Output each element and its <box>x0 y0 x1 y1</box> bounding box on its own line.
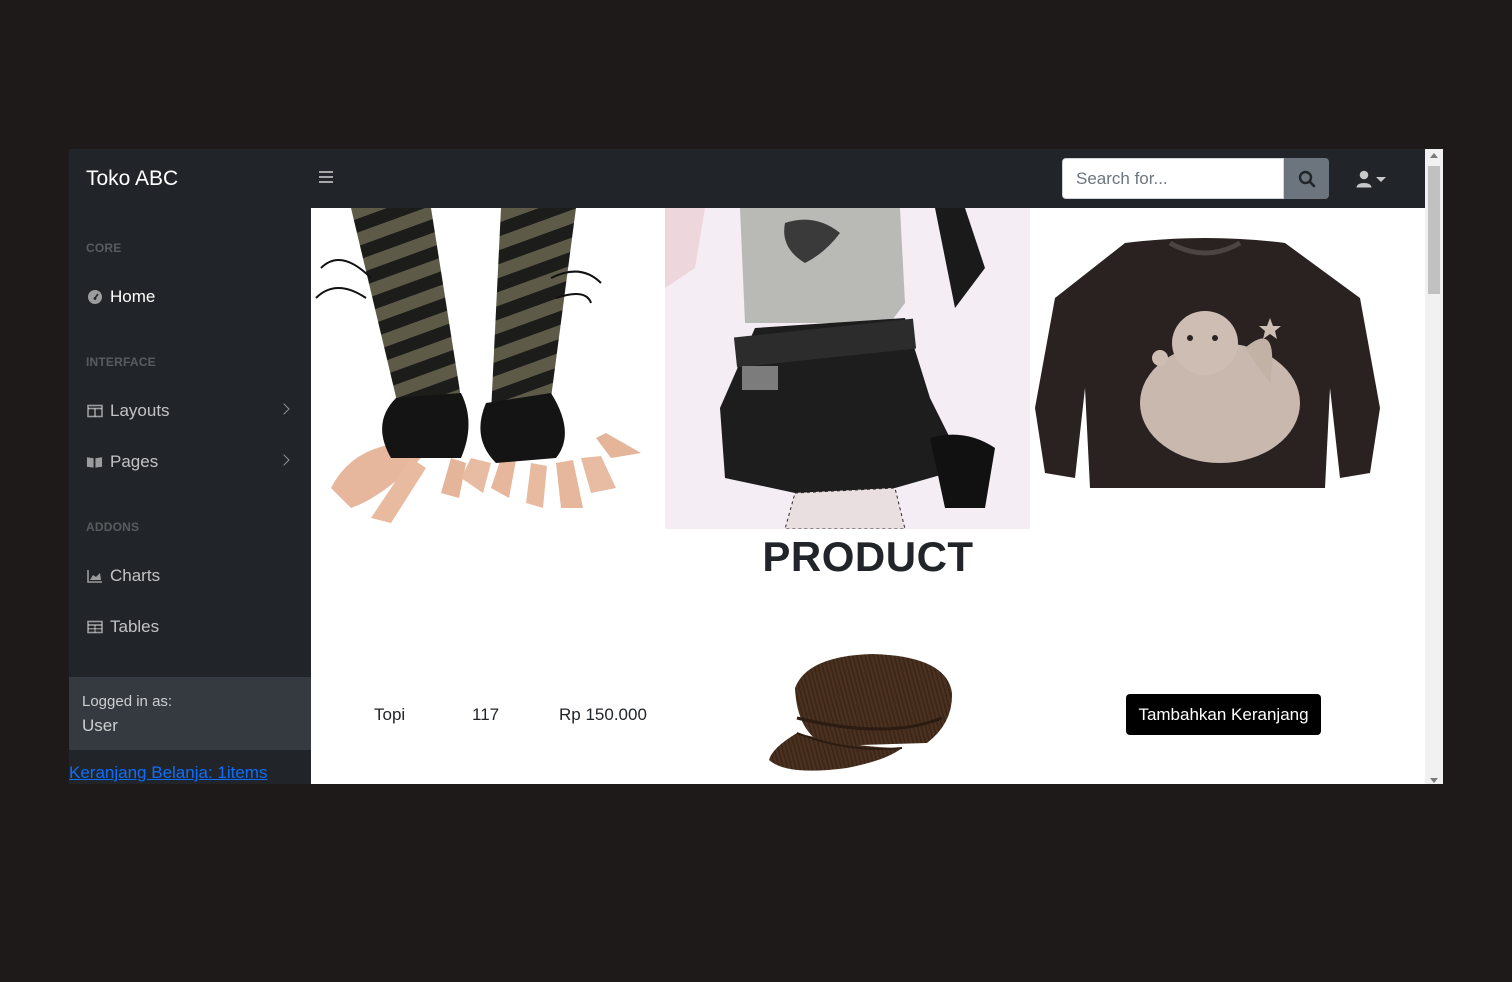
product-heading: PRODUCT <box>762 533 974 580</box>
sidebar-item-charts[interactable]: Charts <box>86 561 296 591</box>
product-name: Topi <box>374 705 406 724</box>
sidebar-heading-core: CORE <box>86 241 122 255</box>
chevron-right-icon <box>278 403 290 415</box>
product-price: Rp 150.000 <box>559 705 647 724</box>
sidebar-item-home[interactable]: Home <box>86 282 296 312</box>
book-open-icon <box>86 454 103 471</box>
bars-icon <box>319 171 333 173</box>
sidebar-toggle-button[interactable] <box>317 168 335 188</box>
corduroy-cap-image <box>767 648 957 773</box>
sidebar-item-pages[interactable]: Pages <box>86 447 296 477</box>
sidebar-footer: Logged in as: User <box>69 677 311 750</box>
user-dropdown-toggle[interactable] <box>1356 168 1392 190</box>
search-button[interactable] <box>1284 158 1329 199</box>
table-icon <box>86 619 103 636</box>
banner <box>311 208 1425 529</box>
sidebar-heading-interface: INTERFACE <box>86 355 156 369</box>
search-input[interactable] <box>1062 158 1284 199</box>
user-icon <box>1356 170 1372 188</box>
scroll-up-arrow-icon[interactable] <box>1430 153 1438 158</box>
sidebar-item-label: Layouts <box>110 401 170 420</box>
sidebar-item-tables[interactable]: Tables <box>86 612 296 642</box>
scorpion-top-skirt-image <box>665 208 1030 529</box>
sidebar-item-label: Tables <box>110 617 160 636</box>
sidebar-item-label: Charts <box>110 566 161 585</box>
search-icon <box>1298 170 1315 187</box>
main-content: PRODUCT Topi 117 Rp 150.000 Tambahkan Ke… <box>311 208 1425 784</box>
knit-arm-warmers-image <box>311 208 665 529</box>
columns-icon <box>86 403 103 420</box>
angel-sweater-image <box>1030 208 1384 529</box>
chevron-down-icon <box>1376 176 1386 182</box>
brand-logo[interactable]: Toko ABC <box>86 167 178 191</box>
scrollbar[interactable] <box>1425 149 1443 784</box>
sidebar-heading-addons: ADDONS <box>86 520 140 534</box>
logged-in-caption: Logged in as: <box>82 693 173 710</box>
scroll-thumb[interactable] <box>1428 166 1440 294</box>
cart-link[interactable]: Keranjang Belanja: 1items <box>69 763 268 783</box>
scroll-down-arrow-icon[interactable] <box>1430 778 1438 783</box>
search-form <box>1062 158 1329 199</box>
sidebar-item-label: Pages <box>110 452 159 471</box>
logged-in-user: User <box>82 716 118 735</box>
sidebar-item-layouts[interactable]: Layouts <box>86 396 296 426</box>
tachometer-icon <box>86 289 103 306</box>
sidebar-item-label: Home <box>110 287 156 306</box>
top-navbar: Toko ABC <box>69 149 1425 208</box>
sidebar: CORE Home INTERFACE Layouts Pages ADDONS… <box>69 208 311 784</box>
app-window: Toko ABC CORE <box>69 149 1443 784</box>
product-stock: 117 <box>472 705 500 724</box>
add-to-cart-button[interactable]: Tambahkan Keranjang <box>1126 694 1321 735</box>
chart-area-icon <box>86 568 103 585</box>
chevron-right-icon <box>278 454 290 466</box>
